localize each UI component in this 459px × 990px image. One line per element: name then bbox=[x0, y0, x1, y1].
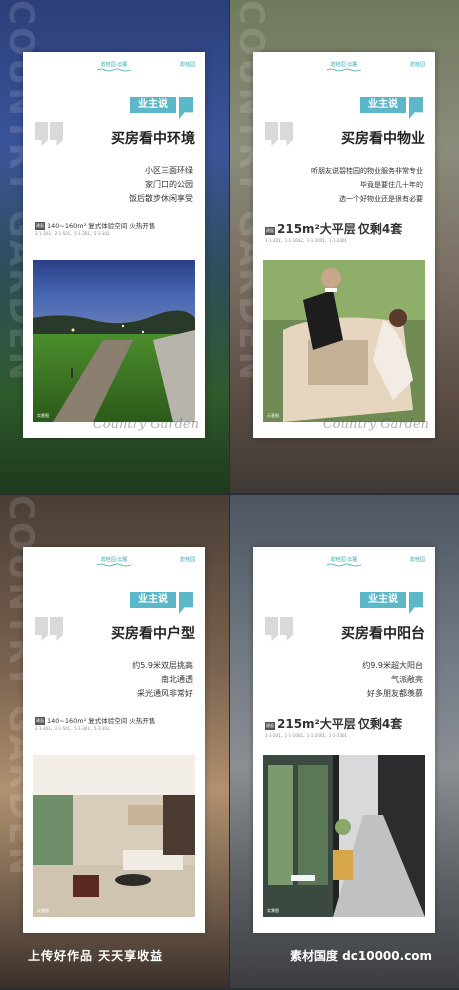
photo-caption: 示意图 bbox=[267, 413, 279, 418]
point-line: 小区三面环绿 bbox=[145, 166, 193, 175]
tag-label: 业主说 bbox=[360, 592, 406, 608]
logo-wave-icon bbox=[97, 563, 131, 567]
quote-icon bbox=[35, 617, 65, 643]
owner-says-tag: 业主说 bbox=[360, 97, 423, 119]
selling-points: 约5.9米双层挑高 南北通透 采光通风非常好 bbox=[132, 659, 193, 701]
point-line: 家门口的公园 bbox=[145, 180, 193, 189]
selling-points: 听朋友说碧桂园的物业服务非常专业 毕竟是要住几十年的 选一个好物业还是很有必要 bbox=[311, 164, 423, 206]
spec-block: 建面 140~160m² 复式体验空间 火热开售 2-1-301，2-1-501，… bbox=[35, 715, 195, 732]
photo-caption: 实景图 bbox=[267, 908, 279, 913]
poster-card: 碧桂园·云麓 碧桂园 业主说 买房看中环境 小区三面环绿 家门口的公园 饭后散步… bbox=[23, 52, 205, 438]
spec-area: 140~160m² bbox=[47, 222, 87, 230]
footer-site-watermark: 素材国度 dc10000.com bbox=[290, 949, 433, 963]
doorman-car-photo: 示意图 bbox=[263, 260, 425, 422]
headline: 买房看中环境 bbox=[111, 131, 195, 147]
spec-desc: 复式体验空间 火热开售 bbox=[88, 717, 156, 725]
tag-label: 业主说 bbox=[130, 97, 176, 113]
poster-card: 碧桂园·云麓 碧桂园 业主说 买房看中阳台 约9.9米超大阳台 气派敞亮 好多朋… bbox=[253, 547, 435, 933]
poster-environment: COUNTRY GARDEN 碧桂园·云麓 碧桂园 业主说 买房看中环境 小区三… bbox=[0, 0, 229, 493]
point-line: 采光通风非常好 bbox=[137, 689, 193, 698]
signature-text: Country Garden bbox=[92, 417, 199, 432]
spec-block: 建面 140~160m² 复式体验空间 火热开售 2-1-301，2-1-501，… bbox=[35, 220, 195, 237]
spec-area: 215m²大平层 bbox=[277, 717, 356, 731]
brand-mark: 碧桂园 bbox=[179, 557, 195, 563]
brand-logo: 碧桂园·云麓 bbox=[100, 62, 128, 68]
headline: 买房看中户型 bbox=[111, 626, 195, 642]
speech-bubble-icon bbox=[409, 97, 423, 119]
spec-badge: 建面 bbox=[35, 222, 45, 230]
living-room-photo: 实景图 bbox=[33, 755, 195, 917]
spec-desc: 仅剩4套 bbox=[357, 717, 403, 731]
brand-logo: 碧桂园·云麓 bbox=[100, 557, 128, 563]
speech-bubble-icon bbox=[409, 592, 423, 614]
point-line: 毕竟是要住几十年的 bbox=[360, 181, 423, 189]
photo-caption: 实景图 bbox=[37, 908, 49, 913]
spec-units: 1-1-201，1-1-1602，1-1-2001，1-1-2301 bbox=[265, 238, 348, 243]
owner-says-tag: 业主说 bbox=[130, 592, 193, 614]
spec-badge: 建面 bbox=[265, 722, 275, 730]
spec-block: 建面 215m²大平层 仅剩4套 1-1-201，1-1-1602，1-1-200… bbox=[265, 220, 425, 244]
photo-caption: 实景图 bbox=[37, 413, 49, 418]
brand-logo: 碧桂园·云麓 bbox=[330, 62, 358, 68]
spec-units: 2-1-301，2-1-501，5-1-301，5-1-302 bbox=[35, 231, 110, 236]
signature-text: Country Garden bbox=[322, 417, 429, 432]
spec-block: 建面 215m²大平层 仅剩4套 1-1-201，1-1-1602，1-1-200… bbox=[265, 715, 425, 739]
quote-icon bbox=[265, 122, 295, 148]
point-line: 气派敞亮 bbox=[391, 675, 423, 684]
selling-points: 约9.9米超大阳台 气派敞亮 好多朋友都羡慕 bbox=[362, 659, 423, 701]
tag-label: 业主说 bbox=[360, 97, 406, 113]
spec-area: 140~160m² bbox=[47, 717, 87, 725]
quote-icon bbox=[35, 122, 65, 148]
logo-wave-icon bbox=[327, 563, 361, 567]
spec-badge: 建面 bbox=[35, 717, 45, 725]
selling-points: 小区三面环绿 家门口的公园 饭后散步休闲享受 bbox=[129, 164, 193, 206]
spec-units: 2-1-301，2-1-501，5-1-301，5-1-302 bbox=[35, 726, 110, 731]
speech-bubble-icon bbox=[179, 97, 193, 119]
spec-desc: 复式体验空间 火热开售 bbox=[88, 222, 156, 230]
spec-units: 1-1-201，1-1-1602，1-1-2001，1-1-2301 bbox=[265, 733, 348, 738]
poster-floor-plan: COUNTRY GARDEN 碧桂园·云麓 碧桂园 业主说 买房看中户型 约5.… bbox=[0, 495, 229, 988]
poster-card: 碧桂园·云麓 碧桂园 业主说 买房看中物业 听朋友说碧桂园的物业服务非常专业 毕… bbox=[253, 52, 435, 438]
owner-says-tag: 业主说 bbox=[360, 592, 423, 614]
brand-mark: 碧桂园 bbox=[409, 62, 425, 68]
owner-says-tag: 业主说 bbox=[130, 97, 193, 119]
speech-bubble-icon bbox=[179, 592, 193, 614]
point-line: 约5.9米双层挑高 bbox=[132, 661, 193, 670]
logo-wave-icon bbox=[97, 68, 131, 72]
brand-logo: 碧桂园·云麓 bbox=[330, 557, 358, 563]
poster-balcony: 碧桂园·云麓 碧桂园 业主说 买房看中阳台 约9.9米超大阳台 气派敞亮 好多朋… bbox=[230, 495, 459, 988]
poster-card: 碧桂园·云麓 碧桂园 业主说 买房看中户型 约5.9米双层挑高 南北通透 采光通… bbox=[23, 547, 205, 933]
brand-mark: 碧桂园 bbox=[409, 557, 425, 563]
point-line: 听朋友说碧桂园的物业服务非常专业 bbox=[311, 167, 423, 175]
headline: 买房看中阳台 bbox=[341, 626, 425, 642]
balcony-photo: 实景图 bbox=[263, 755, 425, 917]
park-path-photo: 实景图 bbox=[33, 260, 195, 422]
point-line: 约9.9米超大阳台 bbox=[362, 661, 423, 670]
point-line: 好多朋友都羡慕 bbox=[367, 689, 423, 698]
spec-badge: 建面 bbox=[265, 227, 275, 235]
brand-mark: 碧桂园 bbox=[179, 62, 195, 68]
poster-property-service: COUNTRY GARDEN 碧桂园·云麓 碧桂园 业主说 买房看中物业 听朋友… bbox=[230, 0, 459, 493]
headline: 买房看中物业 bbox=[341, 131, 425, 147]
spec-desc: 仅剩4套 bbox=[357, 222, 403, 236]
spec-area: 215m²大平层 bbox=[277, 222, 356, 236]
point-line: 饭后散步休闲享受 bbox=[129, 194, 193, 203]
tag-label: 业主说 bbox=[130, 592, 176, 608]
quote-icon bbox=[265, 617, 295, 643]
point-line: 南北通透 bbox=[161, 675, 193, 684]
footer-upload-slogan: 上传好作品 天天享收益 bbox=[28, 949, 164, 963]
logo-wave-icon bbox=[327, 68, 361, 72]
point-line: 选一个好物业还是很有必要 bbox=[339, 195, 423, 203]
